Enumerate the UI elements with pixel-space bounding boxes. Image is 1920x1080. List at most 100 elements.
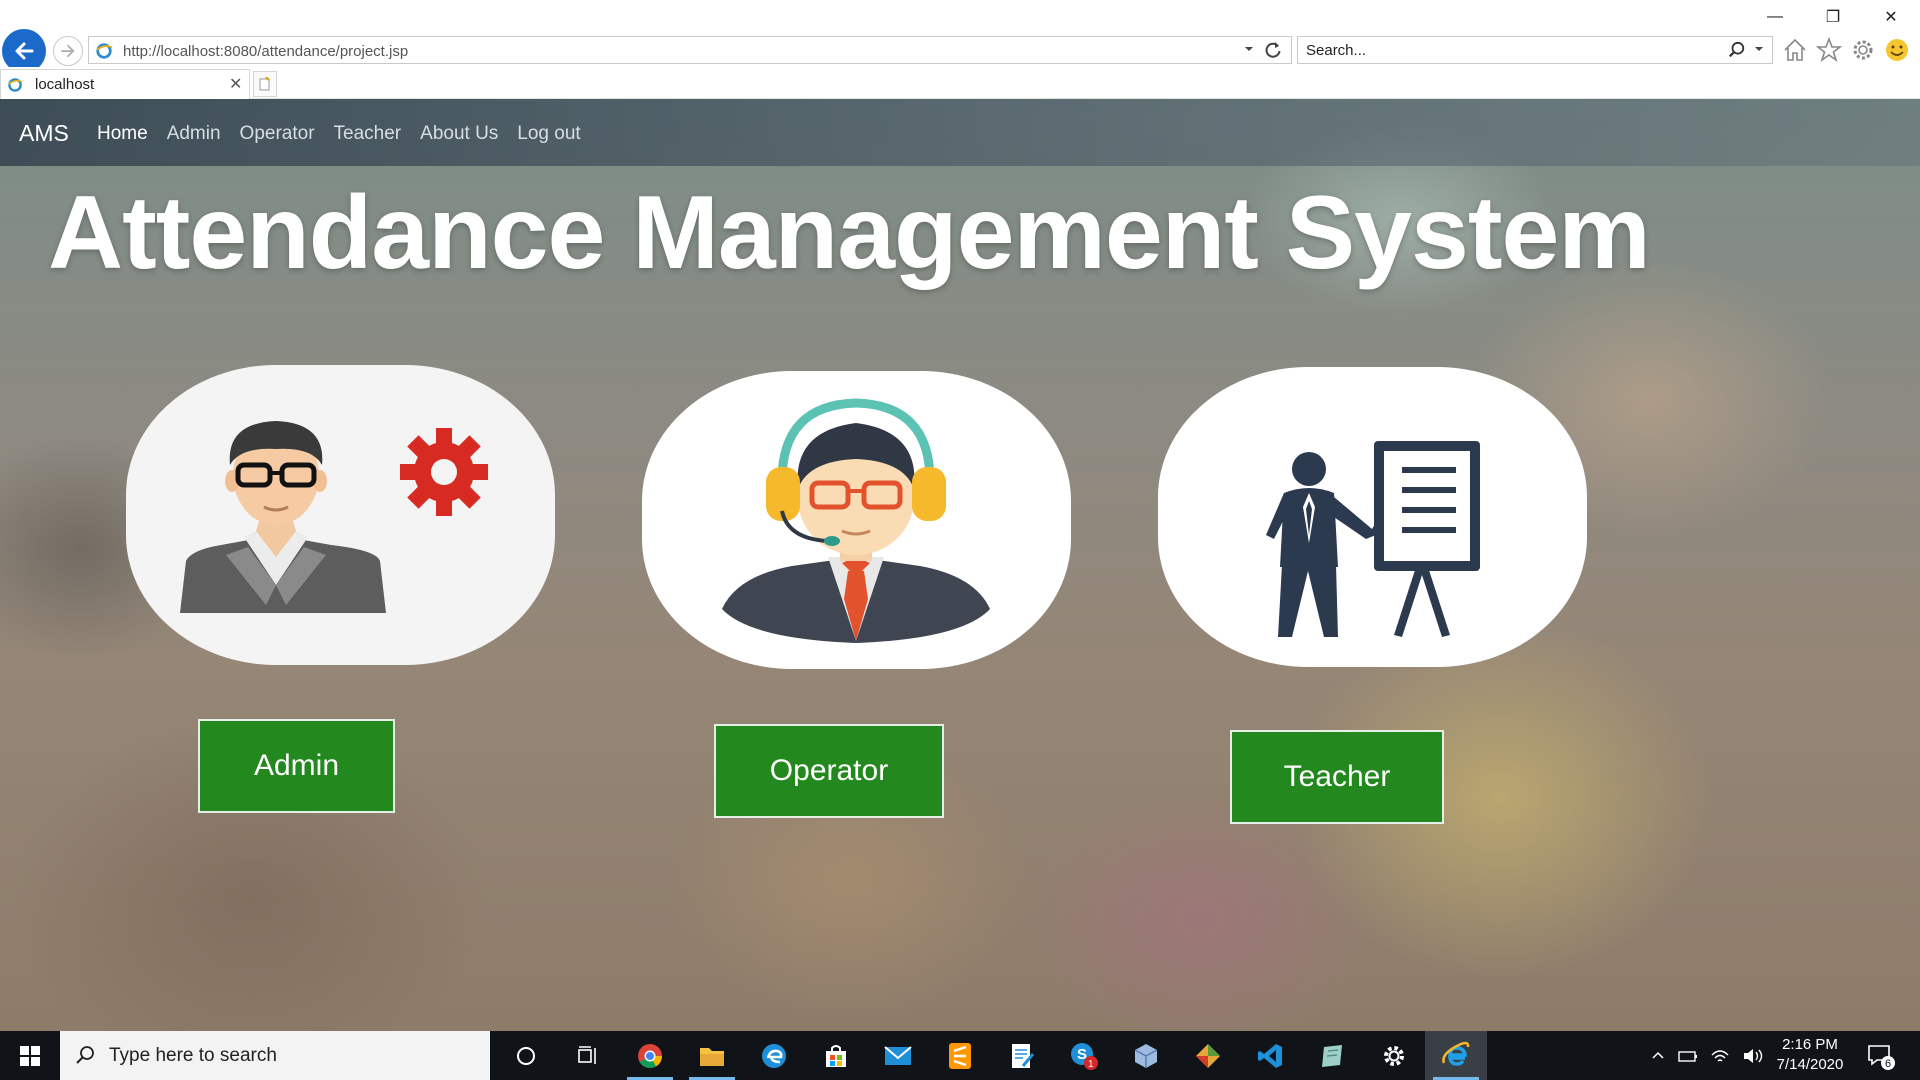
arrow-right-icon: [61, 44, 75, 58]
refresh-icon[interactable]: [1263, 40, 1283, 60]
folder-icon: [700, 1047, 724, 1066]
taskbar-skype[interactable]: S 1: [1053, 1031, 1115, 1080]
operator-button[interactable]: Operator: [714, 724, 944, 818]
chrome-icon: [638, 1043, 662, 1068]
action-center-button[interactable]: 6: [1866, 1041, 1896, 1076]
smiley-icon[interactable]: [1884, 37, 1910, 63]
system-tray: [1650, 1031, 1764, 1080]
admin-button[interactable]: Admin: [198, 719, 395, 813]
wifi-icon[interactable]: [1710, 1047, 1730, 1065]
gear-icon[interactable]: [1850, 37, 1876, 63]
task-view-icon: [578, 1045, 596, 1064]
skype-icon: S 1: [1071, 1042, 1098, 1070]
store-icon: [826, 1044, 846, 1067]
taskbar-search-placeholder: Type here to search: [109, 1045, 277, 1066]
teacher-button[interactable]: Teacher: [1230, 730, 1444, 824]
arrow-left-icon: [15, 42, 34, 60]
favorites-star-icon[interactable]: [1816, 37, 1842, 63]
svg-text:6: 6: [1885, 1058, 1891, 1070]
nav-home[interactable]: Home: [97, 123, 148, 145]
search-dropdown-icon[interactable]: [1753, 43, 1765, 55]
search-icon: [76, 1046, 94, 1064]
volume-icon[interactable]: [1742, 1047, 1764, 1065]
new-tab-icon: [259, 77, 270, 91]
taskbar-app[interactable]: [1301, 1031, 1363, 1080]
taskbar-git[interactable]: [1177, 1031, 1239, 1080]
taskbar-mail[interactable]: [867, 1031, 929, 1080]
browser-search-box[interactable]: [1297, 36, 1773, 64]
task-view-button[interactable]: [557, 1031, 619, 1080]
admin-gear-icon: [180, 421, 488, 613]
minimize-button[interactable]: —: [1746, 0, 1804, 34]
nav-admin[interactable]: Admin: [167, 123, 221, 145]
sublime-icon: [949, 1042, 971, 1069]
taskbar-virtualbox[interactable]: [1115, 1031, 1177, 1080]
chevron-up-icon[interactable]: [1650, 1048, 1666, 1064]
windows-taskbar: Type here to search S 1 2:16 PM 7/14/202…: [0, 1031, 1920, 1080]
teacher-presentation-icon: [1266, 441, 1480, 637]
start-button[interactable]: [0, 1031, 60, 1080]
browser-toolbar: http://localhost:8080/attendance/project…: [0, 0, 1920, 73]
taskbar-store[interactable]: [805, 1031, 867, 1080]
admin-card: [126, 365, 555, 665]
clock-time: 2:16 PM: [1782, 1036, 1838, 1053]
mail-icon: [884, 1045, 912, 1065]
operator-headset-icon: [722, 398, 990, 643]
notepad-icon: [1012, 1043, 1035, 1068]
taskbar-settings[interactable]: [1363, 1031, 1425, 1080]
nav-log-out[interactable]: Log out: [517, 123, 580, 145]
nav-teacher[interactable]: Teacher: [334, 123, 402, 145]
tab-title: localhost: [35, 76, 95, 93]
virtualbox-icon: [1134, 1043, 1158, 1068]
taskbar-edge[interactable]: [743, 1031, 805, 1080]
url-text: http://localhost:8080/attendance/project…: [123, 43, 409, 60]
windows-logo-icon: [20, 1045, 40, 1066]
operator-card: [642, 371, 1071, 669]
svg-text:1: 1: [1088, 1059, 1094, 1070]
search-icon[interactable]: [1728, 41, 1746, 59]
brand-logo[interactable]: AMS: [19, 120, 69, 147]
nav-about-us[interactable]: About Us: [420, 123, 498, 145]
cortana-icon: [517, 1046, 535, 1065]
taskbar-chrome[interactable]: [619, 1031, 681, 1080]
nav-links: Home Admin Operator Teacher About Us Log…: [97, 123, 581, 145]
taskbar-sublime[interactable]: [929, 1031, 991, 1080]
cortana-button[interactable]: [495, 1031, 557, 1080]
notification-icon: 6: [1868, 1045, 1895, 1070]
close-window-button[interactable]: ✕: [1862, 0, 1920, 34]
forward-button[interactable]: [53, 36, 83, 66]
home-icon[interactable]: [1782, 37, 1808, 63]
nav-operator[interactable]: Operator: [240, 123, 315, 145]
restore-button[interactable]: ❐: [1804, 0, 1862, 34]
page-title: Attendance Management System: [48, 175, 1651, 291]
address-bar[interactable]: http://localhost:8080/attendance/project…: [88, 36, 1292, 64]
taskbar-search-box[interactable]: Type here to search: [60, 1031, 490, 1080]
tab-localhost[interactable]: localhost ✕: [0, 69, 250, 99]
edge-icon: [762, 1043, 786, 1068]
dropdown-arrow-icon[interactable]: [1243, 43, 1255, 55]
vscode-icon: [1258, 1043, 1282, 1068]
close-tab-icon[interactable]: ✕: [229, 74, 242, 94]
taskbar-internet-explorer[interactable]: [1425, 1031, 1487, 1080]
ie-tab-icon: [8, 78, 23, 92]
app-icon: [1322, 1044, 1342, 1067]
page-content: AMS Home Admin Operator Teacher About Us…: [0, 99, 1920, 1031]
ie-page-icon: [96, 43, 113, 59]
site-navbar: AMS Home Admin Operator Teacher About Us…: [0, 99, 1920, 166]
git-icon: [1196, 1043, 1220, 1068]
window-controls: — ❐ ✕: [1746, 0, 1920, 34]
taskbar-apps: S 1: [495, 1031, 1487, 1080]
tab-strip: localhost ✕: [0, 67, 1920, 99]
taskbar-notepad[interactable]: [991, 1031, 1053, 1080]
new-tab-button[interactable]: [253, 71, 277, 97]
gear-icon: [1384, 1045, 1404, 1066]
browser-tools: [1782, 37, 1910, 63]
clock-date: 7/14/2020: [1776, 1056, 1844, 1073]
taskbar-vscode[interactable]: [1239, 1031, 1301, 1080]
battery-icon[interactable]: [1678, 1048, 1698, 1064]
browser-search-input[interactable]: [1306, 40, 1706, 60]
taskbar-clock[interactable]: 2:16 PM 7/14/2020: [1770, 1035, 1850, 1075]
internet-explorer-icon: [1442, 1041, 1470, 1066]
teacher-card: [1158, 367, 1587, 667]
taskbar-file-explorer[interactable]: [681, 1031, 743, 1080]
